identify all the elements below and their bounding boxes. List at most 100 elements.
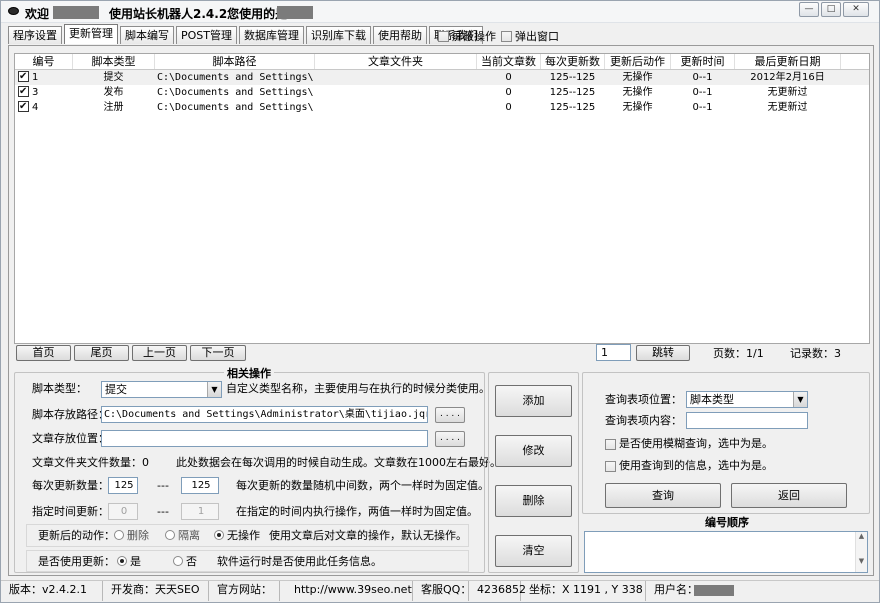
chevron-down-icon[interactable]: ▼ xyxy=(793,392,807,407)
per-update-min-input[interactable]: 125 xyxy=(108,477,138,494)
time-max-input[interactable]: 1 xyxy=(181,503,219,520)
order-scrollbar[interactable]: ▲ ▼ xyxy=(855,532,867,572)
last-page-button[interactable]: 尾页 xyxy=(74,345,129,361)
next-page-button[interactable]: 下一页 xyxy=(190,345,246,361)
title-bar: 欢迎 使用站长机器人2.4.2您使用的是： — □ ✕ xyxy=(1,1,879,23)
row-id-cell: 4 xyxy=(15,100,73,115)
row-checkbox[interactable] xyxy=(18,100,29,114)
after-action-isolate-radio[interactable]: 隔离 xyxy=(165,529,200,543)
tab-database-management[interactable]: 数据库管理 xyxy=(239,26,304,44)
page-number-input[interactable]: 1 xyxy=(596,344,631,361)
row-action: 无操作 xyxy=(622,72,653,83)
delete-button[interactable]: 删除 xyxy=(495,485,572,517)
tab-help[interactable]: 使用帮助 xyxy=(373,26,427,44)
tab-post-management[interactable]: POST管理 xyxy=(176,26,237,44)
close-button[interactable]: ✕ xyxy=(843,2,869,17)
order-title: 编号顺序 xyxy=(705,516,749,529)
tab-script-writing[interactable]: 脚本编写 xyxy=(120,26,174,44)
checkbox-box[interactable] xyxy=(501,30,512,42)
window-title: 使用站长机器人2.4.2您使用的是： xyxy=(109,7,300,21)
row-id: 3 xyxy=(32,87,39,98)
first-page-button[interactable]: 首页 xyxy=(16,345,71,361)
table-row[interactable]: 1 提交 C:\Documents and Settings\... 0 125… xyxy=(15,70,869,85)
checkbox-box[interactable] xyxy=(605,460,616,472)
after-action-hint: 使用文章后对文章的操作，默认无操作。 xyxy=(269,529,467,542)
use-update-yes-radio[interactable]: 是 xyxy=(117,555,141,569)
time-min-input[interactable]: 0 xyxy=(108,503,138,520)
column-header-type[interactable]: 脚本类型 xyxy=(73,54,155,69)
query-content-label: 查询表项内容： xyxy=(605,414,682,427)
script-type-select[interactable]: 提交 ▼ xyxy=(101,381,222,398)
column-header-time[interactable]: 更新时间 xyxy=(671,54,735,69)
use-update-hint: 软件运行时是否使用此任务信息。 xyxy=(217,555,382,568)
radio-circle[interactable] xyxy=(173,556,183,566)
fuzzy-query-checkbox[interactable]: 是否使用模糊查询，选中为是。 xyxy=(605,437,773,451)
script-path-input[interactable]: C:\Documents and Settings\Administrator\… xyxy=(101,406,428,423)
table-row[interactable]: 4 注册 C:\Documents and Settings\... 0 125… xyxy=(15,100,869,115)
action-buttons-group: 添加 修改 删除 清空 xyxy=(488,372,579,573)
row-time: 0--1 xyxy=(692,102,713,113)
browse-article-path-button[interactable]: . . . . xyxy=(435,431,465,447)
table-row[interactable]: 3 发布 C:\Documents and Settings\... 0 125… xyxy=(15,85,869,100)
row-count: 0 xyxy=(505,87,512,98)
clear-button[interactable]: 清空 xyxy=(495,535,572,567)
browse-script-path-button[interactable]: . . . . xyxy=(435,407,465,423)
status-developer: 开发商：天天SEO xyxy=(103,581,209,601)
add-button[interactable]: 添加 xyxy=(495,385,572,417)
row-last-update: 无更新过 xyxy=(767,87,808,98)
row-checkbox[interactable] xyxy=(18,85,29,99)
after-action-none-radio[interactable]: 无操作 xyxy=(214,529,260,543)
scroll-up-icon[interactable]: ▲ xyxy=(856,532,867,540)
back-button[interactable]: 返回 xyxy=(731,483,847,508)
row-type: 注册 xyxy=(103,102,124,113)
file-count-hint: 此处数据会在每次调用的时候自动生成。文章数在1000左右最好。 xyxy=(176,456,501,469)
maximize-button[interactable]: □ xyxy=(821,2,841,17)
query-button[interactable]: 查询 xyxy=(605,483,721,508)
column-header-path[interactable]: 脚本路径 xyxy=(155,54,315,69)
row-checkbox[interactable] xyxy=(18,70,29,84)
use-update-label: 是否使用更新： xyxy=(38,555,115,568)
column-header-last-update[interactable]: 最后更新日期 xyxy=(735,54,841,69)
checkbox-box[interactable] xyxy=(438,30,449,42)
order-textarea[interactable]: ▲ ▼ xyxy=(584,531,868,573)
column-header-per-update[interactable]: 每次更新数 xyxy=(541,54,605,69)
query-content-input[interactable] xyxy=(686,412,808,429)
row-per-update: 125--125 xyxy=(549,102,596,113)
popup-window-checkbox[interactable]: 弹出窗口 xyxy=(501,28,559,44)
jump-button[interactable]: 跳转 xyxy=(636,345,690,361)
grid-header: 编号 脚本类型 脚本路径 文章文件夹 当前文章数 每次更新数 更新后动作 更新时… xyxy=(15,54,869,70)
tab-program-settings[interactable]: 程序设置 xyxy=(8,26,62,44)
radio-circle[interactable] xyxy=(214,530,224,540)
modify-button[interactable]: 修改 xyxy=(495,435,572,467)
task-grid[interactable]: 编号 脚本类型 脚本路径 文章文件夹 当前文章数 每次更新数 更新后动作 更新时… xyxy=(14,53,870,344)
chevron-down-icon[interactable]: ▼ xyxy=(207,382,221,397)
tab-update-management[interactable]: 更新管理 xyxy=(64,24,118,44)
query-position-select[interactable]: 脚本类型 ▼ xyxy=(686,391,808,408)
script-type-value: 提交 xyxy=(105,383,127,396)
column-header-id[interactable]: 编号 xyxy=(15,54,73,69)
row-last-update: 2012年2月16日 xyxy=(750,72,825,83)
after-action-delete-radio[interactable]: 删除 xyxy=(114,529,149,543)
column-header-folder[interactable]: 文章文件夹 xyxy=(315,54,477,69)
article-path-input[interactable] xyxy=(101,430,428,447)
radio-circle[interactable] xyxy=(114,530,124,540)
use-update-no-radio[interactable]: 否 xyxy=(173,555,197,569)
related-operations-title: 相关操作 xyxy=(224,365,274,381)
query-position-label: 查询表项位置： xyxy=(605,393,682,406)
row-id-cell: 3 xyxy=(15,85,73,100)
use-update-group: 是否使用更新： 是 否 软件运行时是否使用此任务信息。 xyxy=(26,550,469,572)
tab-library-download[interactable]: 识别库下载 xyxy=(306,26,371,44)
scroll-down-icon[interactable]: ▼ xyxy=(856,557,867,565)
minimize-button[interactable]: — xyxy=(799,2,819,17)
column-header-count[interactable]: 当前文章数 xyxy=(477,54,541,69)
column-header-action[interactable]: 更新后动作 xyxy=(605,54,671,69)
radio-circle[interactable] xyxy=(117,556,127,566)
per-update-max-input[interactable]: 125 xyxy=(181,477,219,494)
radio-circle[interactable] xyxy=(165,530,175,540)
row-type: 提交 xyxy=(103,72,124,83)
use-found-checkbox[interactable]: 使用查询到的信息，选中为是。 xyxy=(605,459,773,473)
status-site-url[interactable]: http://www.39seo.net xyxy=(280,581,413,601)
block-operation-checkbox[interactable]: 屏蔽操作 xyxy=(438,28,496,44)
checkbox-box[interactable] xyxy=(605,438,616,450)
prev-page-button[interactable]: 上一页 xyxy=(132,345,187,361)
